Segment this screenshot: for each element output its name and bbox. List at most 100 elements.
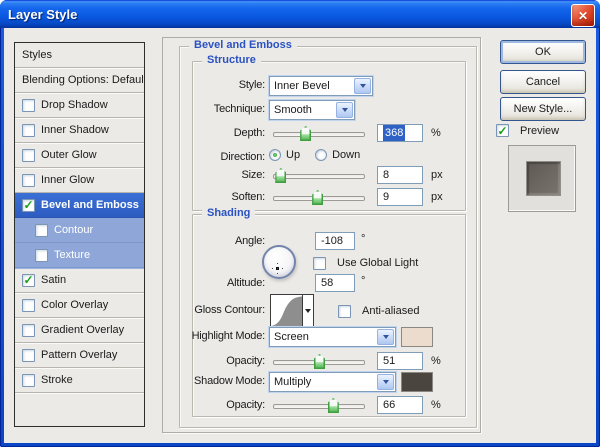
direction-down-radio[interactable]: [315, 149, 328, 161]
soften-input[interactable]: 9: [377, 188, 423, 206]
cancel-button[interactable]: Cancel: [500, 70, 586, 94]
slider-track[interactable]: [273, 174, 365, 179]
chevron-down-icon[interactable]: [302, 295, 313, 327]
preview-label: Preview: [520, 124, 560, 137]
size-label: Size:: [241, 169, 266, 181]
styles-list-label: Satin: [41, 274, 67, 286]
slider-track[interactable]: [273, 132, 365, 137]
checkbox-unchecked[interactable]: [35, 223, 48, 237]
styles-list-item-bevel-and-emboss[interactable]: ✓ Bevel and Emboss: [15, 193, 144, 218]
layer-style-dialog: Layer Style ✕ Styles Blending Options: De…: [0, 0, 600, 447]
size-row: Size: 8 px: [193, 166, 465, 186]
checkbox-checked[interactable]: ✓: [22, 198, 35, 212]
shadow-opacity-slider[interactable]: [273, 398, 365, 413]
slider-track[interactable]: [273, 404, 365, 409]
depth-value: 368: [383, 125, 406, 141]
anti-aliased-label: Anti-aliased: [362, 305, 420, 317]
preview-checkbox[interactable]: ✓: [496, 124, 509, 137]
styles-list-item-blending-options-default[interactable]: Blending Options: Default: [15, 68, 144, 93]
highlight-opacity-row: Opacity: 51 %: [193, 352, 465, 372]
chevron-down-icon[interactable]: [377, 374, 394, 390]
size-slider[interactable]: [273, 168, 365, 183]
styles-list-item-gradient-overlay[interactable]: Gradient Overlay: [15, 318, 144, 343]
styles-list-item-styles[interactable]: Styles: [15, 43, 144, 68]
highlight-opacity-slider[interactable]: [273, 354, 365, 369]
styles-list-item-texture[interactable]: Texture: [15, 243, 144, 268]
slider-thumb[interactable]: [312, 190, 324, 205]
checkbox-unchecked[interactable]: [22, 348, 35, 362]
gloss-contour-picker[interactable]: [270, 294, 314, 328]
highlight-opacity-input[interactable]: 51: [377, 352, 423, 370]
shadow-color-swatch[interactable]: [401, 372, 433, 392]
technique-label: Technique:: [213, 103, 265, 115]
styles-list-item-color-overlay[interactable]: Color Overlay: [15, 293, 144, 318]
gloss-contour-row: Gloss Contour: Anti-aliased: [193, 294, 465, 328]
angle-label: Angle:: [235, 235, 265, 247]
anti-aliased-checkbox[interactable]: [338, 304, 351, 318]
depth-input[interactable]: 368: [377, 124, 423, 142]
checkbox-unchecked[interactable]: [22, 98, 35, 112]
styles-list-label: Blending Options: Default: [22, 74, 145, 86]
altitude-unit: °: [361, 275, 366, 287]
styles-list-item-outer-glow[interactable]: Outer Glow: [15, 143, 144, 168]
styles-list-item-stroke[interactable]: Stroke: [15, 368, 144, 393]
use-global-light-checkbox[interactable]: [313, 256, 326, 270]
slider-thumb[interactable]: [275, 168, 287, 183]
technique-dropdown[interactable]: Smooth: [269, 100, 355, 120]
shading-group: Shading Angle: -108 ° Use Global Light A…: [192, 207, 466, 417]
slider-thumb[interactable]: [300, 126, 312, 141]
technique-value: Smooth: [274, 104, 312, 116]
technique-row: Technique: Smooth: [193, 100, 465, 120]
gloss-contour-label: Gloss Contour:: [194, 304, 265, 316]
depth-slider[interactable]: [273, 126, 365, 141]
styles-list-label: Inner Glow: [41, 174, 95, 186]
checkbox-unchecked[interactable]: [22, 148, 35, 162]
size-unit: px: [431, 169, 443, 181]
ok-button[interactable]: OK: [500, 40, 586, 64]
slider-thumb[interactable]: [327, 398, 339, 413]
angle-dial-dot[interactable]: [276, 267, 279, 270]
window-title: Layer Style: [8, 6, 78, 22]
slider-thumb[interactable]: [314, 354, 325, 369]
shadow-opacity-input[interactable]: 66: [377, 396, 423, 414]
shading-legend: Shading: [202, 207, 256, 219]
angle-input[interactable]: -108: [315, 232, 355, 250]
angle-value: -108: [321, 235, 344, 247]
structure-group: Structure Style: Inner Bevel Technique: …: [192, 54, 466, 211]
chevron-down-icon[interactable]: [354, 78, 371, 94]
direction-up-label: Up: [286, 149, 301, 161]
preview-thumbnail: [508, 145, 576, 212]
direction-up-radio[interactable]: [269, 149, 281, 161]
styles-list-item-inner-glow[interactable]: Inner Glow: [15, 168, 144, 193]
chevron-down-icon[interactable]: [377, 329, 394, 345]
styles-list-item-pattern-overlay[interactable]: Pattern Overlay: [15, 343, 144, 368]
checkbox-unchecked[interactable]: [35, 248, 48, 262]
styles-list-item-contour[interactable]: Contour: [15, 218, 144, 243]
gloss-contour-curve: [271, 296, 302, 327]
highlight-opacity-unit: %: [431, 355, 441, 367]
close-icon: ✕: [577, 8, 589, 23]
checkbox-unchecked[interactable]: [22, 298, 35, 312]
checkbox-checked[interactable]: ✓: [22, 273, 35, 287]
style-dropdown[interactable]: Inner Bevel: [269, 76, 373, 96]
checkbox-unchecked[interactable]: [22, 373, 35, 387]
size-input[interactable]: 8: [377, 166, 423, 184]
checkbox-unchecked[interactable]: [22, 123, 35, 137]
new-style-button[interactable]: New Style...: [500, 97, 586, 121]
styles-list-item-inner-shadow[interactable]: Inner Shadow: [15, 118, 144, 143]
checkbox-unchecked[interactable]: [22, 323, 35, 337]
shadow-opacity-value: 66: [383, 399, 396, 411]
shadow-mode-dropdown[interactable]: Multiply: [269, 372, 396, 392]
titlebar[interactable]: Layer Style ✕: [0, 0, 600, 28]
highlight-color-swatch[interactable]: [401, 327, 433, 347]
highlight-mode-row: Highlight Mode: Screen: [192, 327, 465, 347]
checkbox-unchecked[interactable]: [22, 173, 35, 187]
chevron-down-icon[interactable]: [336, 102, 353, 118]
styles-list-item-drop-shadow[interactable]: Drop Shadow: [15, 93, 144, 118]
shadow-opacity-label: Opacity:: [226, 399, 265, 411]
highlight-mode-dropdown[interactable]: Screen: [269, 327, 396, 347]
styles-list-item-satin[interactable]: ✓ Satin: [15, 268, 144, 293]
altitude-input[interactable]: 58: [315, 274, 355, 292]
soften-slider[interactable]: [273, 190, 365, 205]
close-button[interactable]: ✕: [571, 4, 595, 27]
